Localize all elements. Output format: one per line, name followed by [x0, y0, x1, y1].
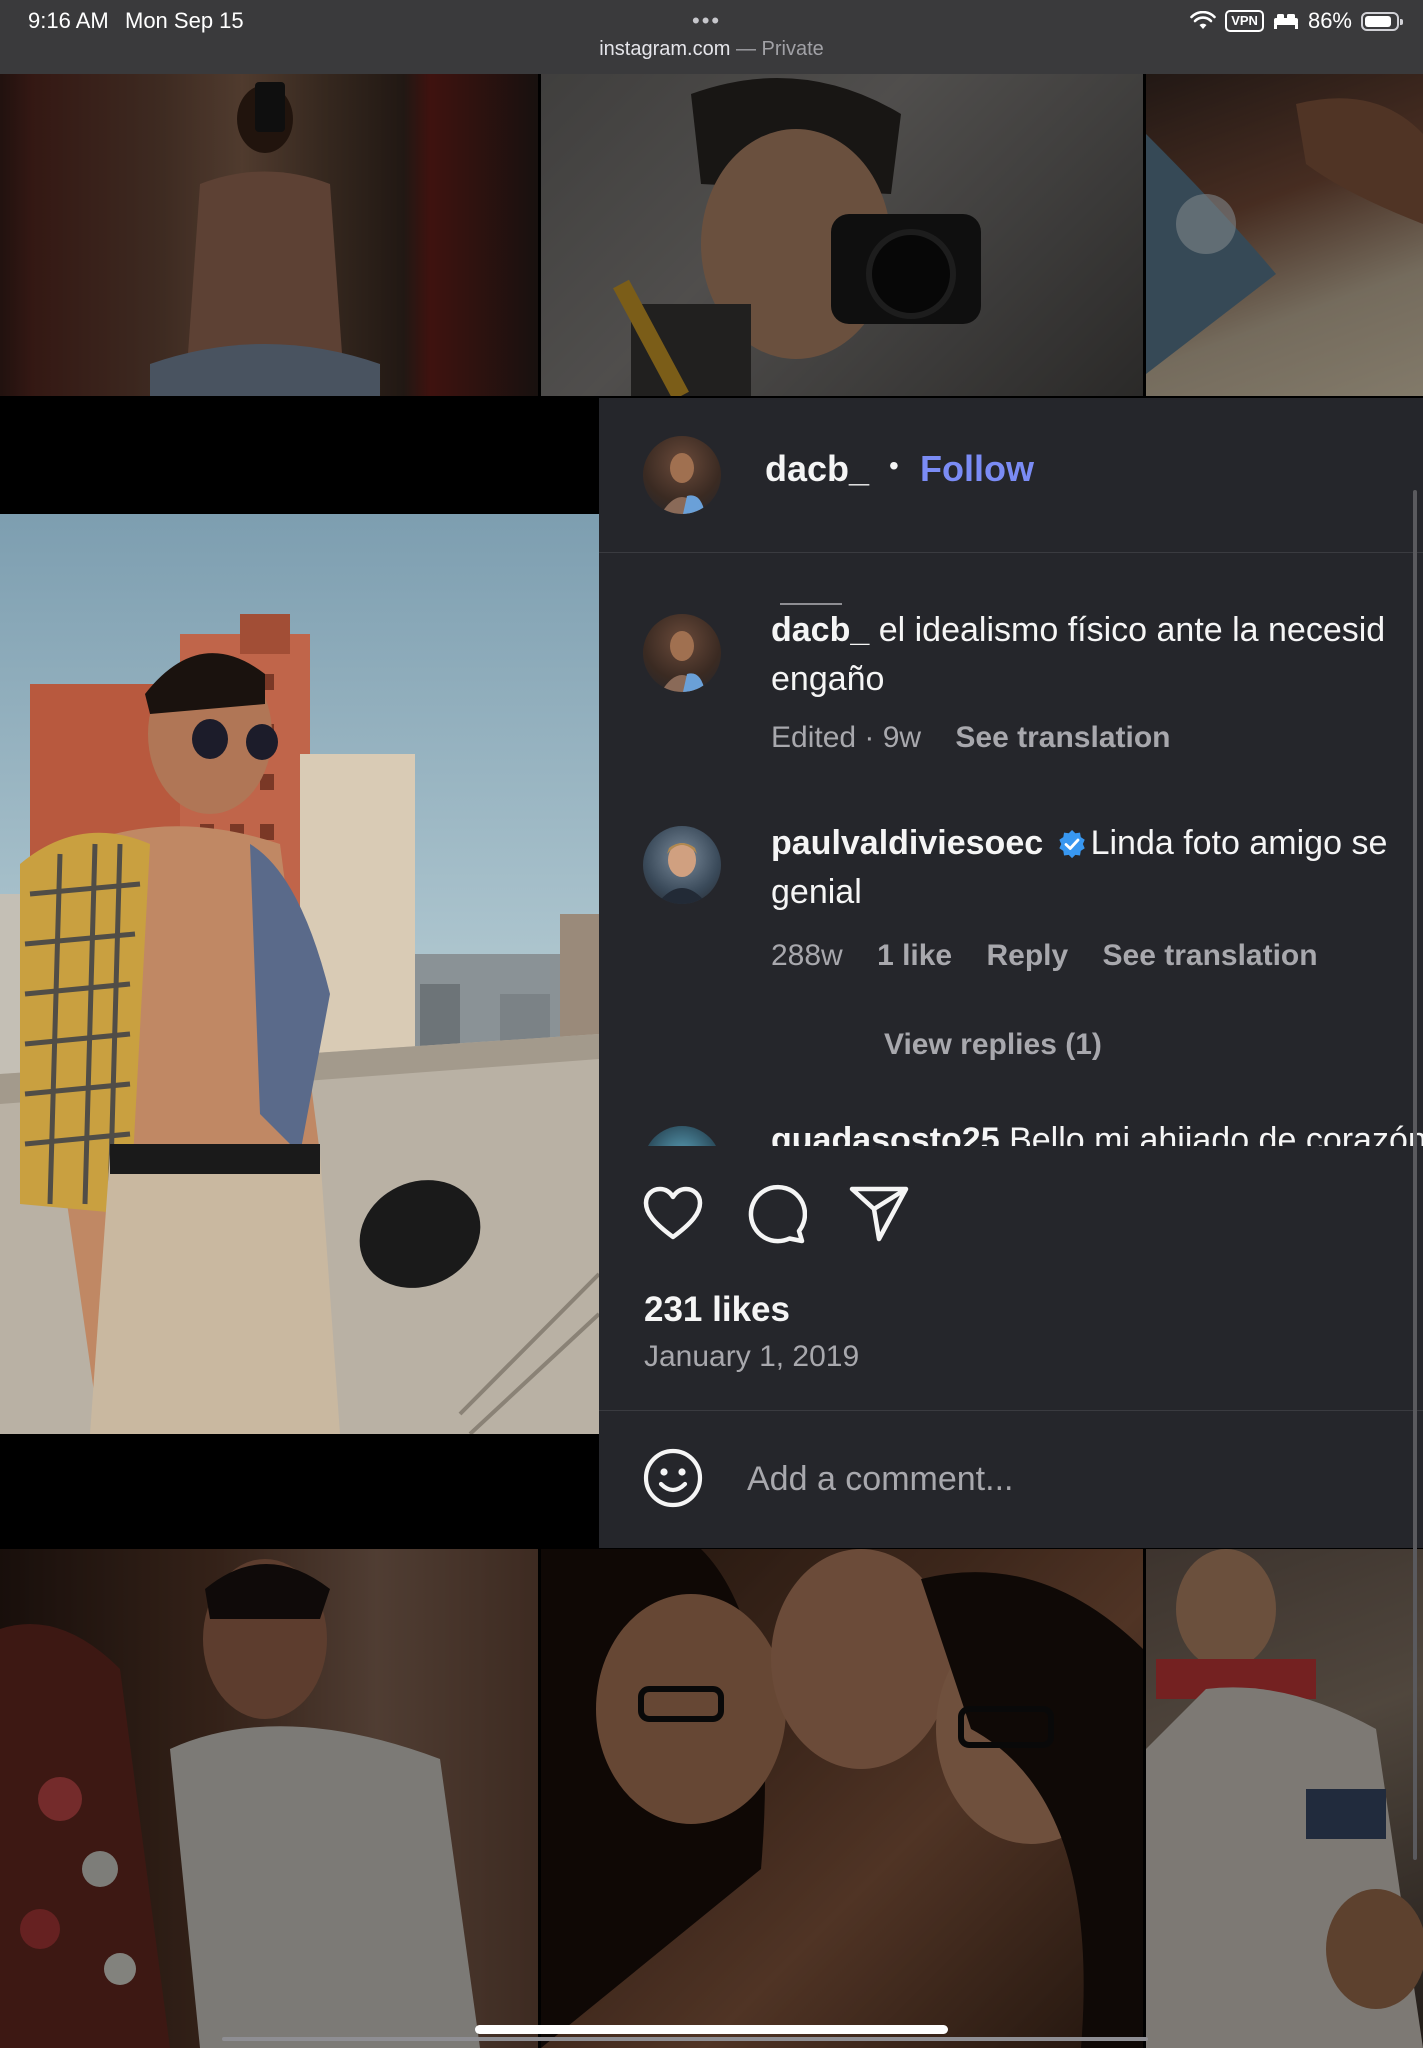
multitasking-dots-icon[interactable]: •••	[692, 8, 721, 34]
comment-age: 288w	[771, 939, 843, 972]
caption-edited-age: Edited · 9w	[771, 721, 922, 754]
instagram-post-modal-page: 9:16 AM Mon Sep 15 ••• instagram.com — P…	[0, 0, 1423, 2048]
comment-icon[interactable]	[745, 1183, 807, 1245]
bed-icon	[1273, 14, 1298, 29]
caption-see-translation[interactable]: See translation	[955, 721, 1170, 754]
emoji-icon[interactable]	[642, 1447, 704, 1509]
status-bar: 9:16 AM Mon Sep 15 ••• instagram.com — P…	[0, 0, 1423, 74]
post-photo-illustration	[0, 614, 599, 1434]
address-bar[interactable]: instagram.com — Private	[0, 38, 1423, 61]
heart-icon[interactable]	[642, 1185, 704, 1243]
comment-text-paulvaldiviesoec: paulvaldiviesoec Linda foto amigo se	[771, 819, 1387, 868]
post-date: January 1, 2019	[644, 1340, 860, 1373]
grid-photo-3[interactable]	[1146, 74, 1423, 396]
comment-username-paulvaldiviesoec[interactable]: paulvaldiviesoec	[771, 824, 1043, 862]
comment-meta-paulvaldiviesoec: 288w 1 like Reply See translation	[771, 939, 1318, 973]
grid-photo-1[interactable]	[0, 74, 538, 396]
comment-input[interactable]	[745, 1453, 1389, 1505]
grid-photo-5[interactable]	[541, 1549, 1143, 2048]
caption-text: dacb_ el idealismo físico ante la necesi…	[771, 606, 1385, 655]
caption-line1: el idealismo físico ante la necesid	[878, 611, 1386, 649]
home-indicator[interactable]	[475, 2025, 948, 2034]
status-time: 9:16 AM	[28, 8, 109, 33]
post-detail-panel: dacb_ • Follow dacb_ el idealismo físico…	[599, 398, 1423, 1548]
post-header: dacb_ • Follow	[599, 398, 1423, 553]
comment-avatar-paulvaldiviesoec[interactable]	[643, 826, 721, 904]
add-comment-row	[599, 1410, 1423, 1548]
caption-line2: engaño	[771, 660, 885, 698]
private-label: — Private	[730, 38, 824, 60]
grid-photo-4[interactable]	[0, 1549, 538, 2048]
header-separator: •	[889, 450, 899, 481]
comment-avatar-dacb[interactable]	[643, 614, 721, 692]
view-replies-button[interactable]: View replies (1)	[884, 1028, 1102, 1062]
comment-line1-paulvaldiviesoec: Linda foto amigo se	[1090, 824, 1388, 862]
likes-count[interactable]: 231 likes	[644, 1290, 790, 1330]
grid-photo-2[interactable]	[541, 74, 1143, 396]
battery-icon	[1361, 11, 1403, 31]
wifi-icon	[1190, 11, 1217, 29]
comment-reply-button[interactable]: Reply	[986, 939, 1068, 972]
battery-percent: 86%	[1307, 8, 1352, 33]
grid-photo-6[interactable]	[1146, 1549, 1423, 2048]
post-image[interactable]	[0, 514, 599, 1434]
follow-button[interactable]: Follow	[920, 448, 1034, 490]
comment-likes-count[interactable]: 1 like	[877, 939, 952, 972]
comment-see-translation[interactable]: See translation	[1103, 939, 1318, 972]
caption-meta: Edited · 9w See translation	[771, 721, 1171, 755]
status-icons: VPN 86%	[1190, 8, 1403, 34]
caption-username[interactable]: dacb_	[771, 611, 869, 649]
author-avatar[interactable]	[643, 436, 721, 514]
status-date: Mon Sep 15	[125, 8, 244, 33]
bottom-divider	[222, 2037, 1148, 2041]
share-icon[interactable]	[848, 1183, 910, 1245]
view-replies-line-visible	[780, 603, 842, 605]
comment-line2-paulvaldiviesoec: genial	[771, 873, 862, 911]
author-username[interactable]: dacb_	[765, 448, 869, 490]
vpn-icon: VPN	[1225, 10, 1264, 32]
page-scrollbar[interactable]	[1413, 490, 1417, 1860]
verified-badge-icon	[1058, 829, 1085, 859]
comments-list[interactable]: dacb_ el idealismo físico ante la necesi…	[599, 554, 1423, 1546]
url-text: instagram.com	[599, 38, 731, 60]
